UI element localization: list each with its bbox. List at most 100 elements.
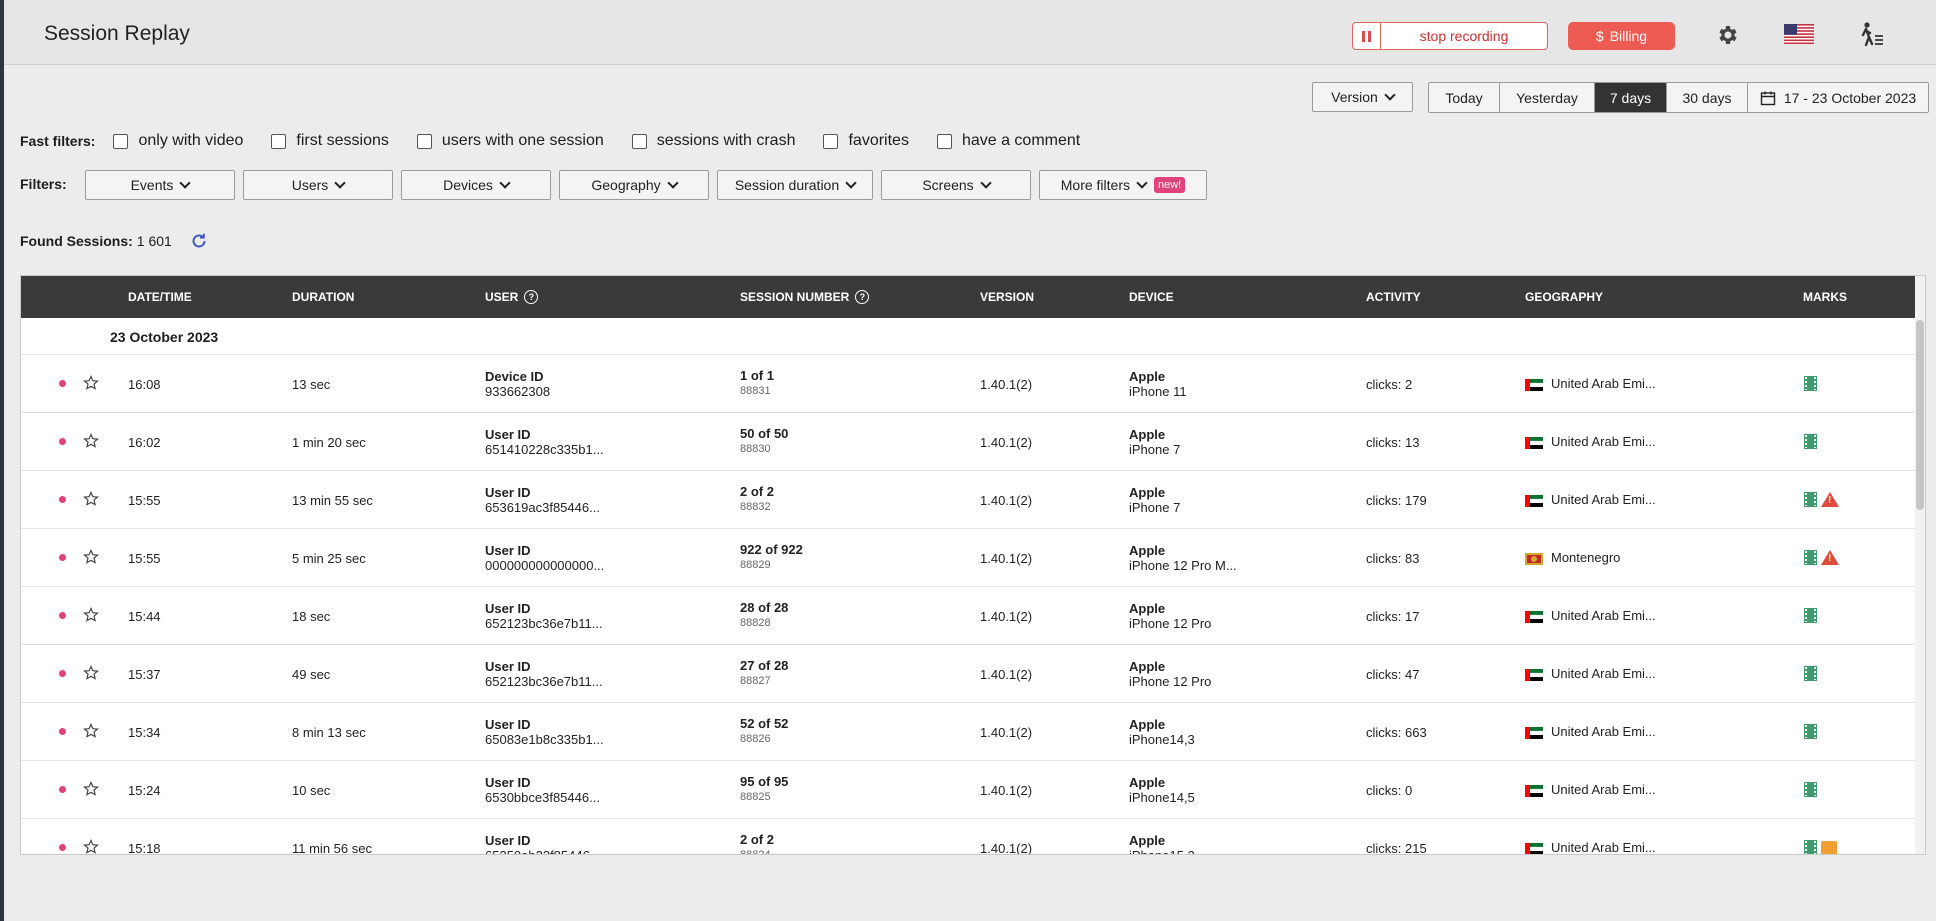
range-30-days[interactable]: 30 days bbox=[1667, 83, 1748, 112]
filter-have-comment[interactable]: have a comment bbox=[936, 132, 1080, 150]
table-row[interactable]: 15:55 13 min 55 sec User ID 653619ac3f85446… bbox=[21, 471, 1925, 529]
us-flag-icon[interactable] bbox=[1784, 24, 1814, 44]
filter-only-with-video[interactable]: only with video bbox=[113, 132, 243, 150]
favorite-star-icon[interactable] bbox=[83, 549, 99, 565]
session-id: 88832 bbox=[740, 501, 771, 513]
col-geography[interactable]: GEOGRAPHY bbox=[1525, 290, 1603, 304]
user-cell[interactable]: User ID 651410228c335b1... bbox=[485, 427, 604, 458]
session-time: 15:44 bbox=[128, 609, 161, 624]
user-cell[interactable]: User ID 653619ac3f85446... bbox=[485, 485, 600, 516]
filter-geography-dropdown[interactable]: Geography bbox=[559, 170, 709, 200]
col-user[interactable]: USER? bbox=[485, 290, 539, 304]
col-datetime[interactable]: DATE/TIME bbox=[128, 290, 192, 304]
session-number: 95 of 95 bbox=[740, 774, 789, 789]
filter-sessions-with-crash[interactable]: sessions with crash bbox=[631, 132, 795, 150]
refresh-icon[interactable] bbox=[190, 232, 208, 250]
user-id: 6530bbce3f85446... bbox=[485, 790, 600, 805]
user-cell[interactable]: User ID 6530bbce3f85446... bbox=[485, 775, 600, 806]
table-row[interactable]: 15:44 18 sec User ID 652123bc36e7b11... 28 o… bbox=[21, 587, 1925, 645]
table-row[interactable]: 15:34 8 min 13 sec User ID 65083e1b8c335b1.… bbox=[21, 703, 1925, 761]
favorite-star-icon[interactable] bbox=[83, 781, 99, 797]
vertical-scrollbar[interactable] bbox=[1915, 276, 1925, 854]
stop-recording-button[interactable]: stop recording bbox=[1352, 22, 1548, 50]
first-session-icon[interactable] bbox=[1821, 840, 1837, 854]
checkbox[interactable] bbox=[823, 133, 839, 149]
user-id: 933662308 bbox=[485, 384, 551, 399]
device-brand: Apple bbox=[1129, 659, 1166, 674]
exit-walking-icon[interactable] bbox=[1857, 20, 1887, 50]
table-row[interactable]: 15:37 49 sec User ID 652123bc36e7b11... 27 o… bbox=[21, 645, 1925, 703]
video-icon[interactable] bbox=[1804, 666, 1817, 682]
favorite-star-icon[interactable] bbox=[83, 665, 99, 681]
user-cell[interactable]: User ID65350ab23f85446... bbox=[485, 833, 601, 854]
user-cell[interactable]: User ID 000000000000000... bbox=[485, 543, 604, 574]
video-icon[interactable] bbox=[1804, 376, 1817, 392]
stop-recording-label: stop recording bbox=[1419, 28, 1509, 44]
video-icon[interactable] bbox=[1804, 840, 1817, 854]
video-icon[interactable] bbox=[1804, 434, 1817, 450]
sessions-table: DATE/TIME DURATION USER? SESSION NUMBER?… bbox=[20, 275, 1926, 855]
favorite-star-icon[interactable] bbox=[83, 375, 99, 391]
video-icon[interactable] bbox=[1804, 550, 1817, 566]
video-icon[interactable] bbox=[1804, 608, 1817, 624]
device-model: iPhone 12 Pro bbox=[1129, 674, 1212, 689]
checkbox[interactable] bbox=[271, 133, 287, 149]
filter-users-one-session[interactable]: users with one session bbox=[416, 132, 604, 150]
date-range-selector: Today Yesterday 7 days 30 days 17 - 23 O… bbox=[1428, 82, 1929, 113]
user-id: 653619ac3f85446... bbox=[485, 500, 600, 515]
range-yesterday[interactable]: Yesterday bbox=[1500, 83, 1595, 112]
activity-clicks: clicks: 47 bbox=[1366, 667, 1420, 682]
col-version[interactable]: VERSION bbox=[980, 290, 1034, 304]
filter-favorites[interactable]: favorites bbox=[823, 132, 909, 150]
filter-users-dropdown[interactable]: Users bbox=[243, 170, 393, 200]
crash-warning-icon[interactable] bbox=[1821, 550, 1839, 566]
col-device[interactable]: DEVICE bbox=[1129, 290, 1174, 304]
video-icon[interactable] bbox=[1804, 782, 1817, 798]
table-row[interactable]: 15:24 10 sec User ID 6530bbce3f85446... 95 o… bbox=[21, 761, 1925, 819]
checkbox[interactable] bbox=[113, 133, 129, 149]
col-duration[interactable]: DURATION bbox=[292, 290, 354, 304]
table-row[interactable]: 15:55 5 min 25 sec User ID 000000000000000.… bbox=[21, 529, 1925, 587]
checkbox[interactable] bbox=[936, 133, 952, 149]
geography-cell: United Arab Emi... bbox=[1525, 840, 1656, 854]
col-activity[interactable]: ACTIVITY bbox=[1366, 290, 1421, 304]
help-icon[interactable]: ? bbox=[524, 290, 539, 304]
col-session-number[interactable]: SESSION NUMBER? bbox=[740, 290, 870, 304]
more-filters-dropdown[interactable]: More filters new! bbox=[1039, 170, 1207, 200]
video-icon[interactable] bbox=[1804, 492, 1817, 508]
table-row[interactable]: 16:08 13 sec Device ID 933662308 1 of 1 88831… bbox=[21, 355, 1925, 413]
unseen-dot bbox=[59, 728, 66, 735]
favorite-star-icon[interactable] bbox=[83, 723, 99, 739]
billing-button[interactable]: $ Billing bbox=[1568, 22, 1675, 50]
session-number-cell: 50 of 50 88830 bbox=[740, 426, 788, 457]
filter-devices-dropdown[interactable]: Devices bbox=[401, 170, 551, 200]
filter-screens-dropdown[interactable]: Screens bbox=[881, 170, 1031, 200]
filter-first-sessions[interactable]: first sessions bbox=[271, 132, 389, 150]
table-row[interactable]: 16:02 1 min 20 sec User ID 651410228c335b1.… bbox=[21, 413, 1925, 471]
video-icon[interactable] bbox=[1804, 724, 1817, 740]
table-row[interactable]: 15:18 11 min 56 sec User ID65350ab23f85446… bbox=[21, 819, 1925, 855]
help-icon[interactable]: ? bbox=[855, 290, 870, 304]
checkbox[interactable] bbox=[416, 133, 432, 149]
session-duration: 11 min 56 sec bbox=[292, 841, 372, 855]
user-cell[interactable]: User ID 652123bc36e7b11... bbox=[485, 601, 603, 632]
settings-gear-icon[interactable] bbox=[1710, 20, 1744, 50]
favorite-star-icon[interactable] bbox=[83, 839, 99, 855]
checkbox[interactable] bbox=[631, 133, 647, 149]
filter-session-duration-dropdown[interactable]: Session duration bbox=[717, 170, 873, 200]
range-today[interactable]: Today bbox=[1429, 83, 1500, 112]
col-marks[interactable]: MARKS bbox=[1803, 290, 1847, 304]
user-cell[interactable]: Device ID 933662308 bbox=[485, 369, 550, 400]
crash-warning-icon[interactable] bbox=[1821, 492, 1839, 508]
date-range-picker[interactable]: 17 - 23 October 2023 bbox=[1748, 83, 1928, 112]
user-cell[interactable]: User ID 65083e1b8c335b1... bbox=[485, 717, 604, 748]
filter-events-dropdown[interactable]: Events bbox=[85, 170, 235, 200]
scrollbar-thumb[interactable] bbox=[1916, 320, 1924, 510]
range-7-days[interactable]: 7 days bbox=[1595, 83, 1667, 112]
favorite-star-icon[interactable] bbox=[83, 607, 99, 623]
version-dropdown[interactable]: Version bbox=[1312, 82, 1413, 112]
favorite-star-icon[interactable] bbox=[83, 491, 99, 507]
device-brand: Apple bbox=[1129, 601, 1166, 616]
favorite-star-icon[interactable] bbox=[83, 433, 99, 449]
user-cell[interactable]: User ID 652123bc36e7b11... bbox=[485, 659, 603, 690]
